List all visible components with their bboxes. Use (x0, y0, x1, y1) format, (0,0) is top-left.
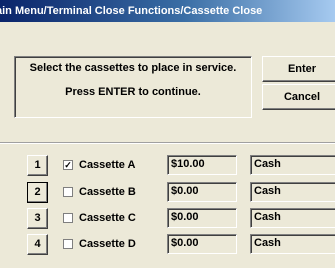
cassette-d-amount-field[interactable]: $0.00 (167, 234, 237, 254)
instruction-box: Select the cassettes to place in service… (14, 56, 252, 118)
cassette-a-amount-field[interactable]: $10.00 (167, 155, 237, 175)
cassette-c-number-button[interactable]: 3 (27, 208, 48, 229)
cassette-c-checkbox[interactable] (63, 213, 73, 223)
title-bar: ain Menu/Terminal Close Functions/Casset… (0, 0, 335, 22)
cassette-d-type-field[interactable]: Cash (250, 234, 335, 254)
cassette-b-label[interactable]: Cassette B (79, 186, 136, 198)
instruction-line-1: Select the cassettes to place in service… (29, 62, 237, 74)
cassette-a-checkbox[interactable]: ✓ (63, 160, 73, 170)
cassette-c-type-field[interactable]: Cash (250, 208, 335, 228)
cassette-row-b: 2 Cassette B $0.00 Cash (0, 182, 335, 204)
cassette-d-label[interactable]: Cassette D (79, 238, 136, 250)
cassette-b-amount-field[interactable]: $0.00 (167, 182, 237, 202)
cassette-a-label[interactable]: Cassette A (79, 159, 135, 171)
cassette-b-number-button[interactable]: 2 (27, 182, 48, 203)
cassette-row-d: 4 Cassette D $0.00 Cash (0, 234, 335, 256)
enter-button[interactable]: Enter (262, 56, 335, 82)
cassette-b-type-field[interactable]: Cash (250, 182, 335, 202)
cassette-d-number-button[interactable]: 4 (27, 234, 48, 255)
cassette-b-checkbox[interactable] (63, 187, 73, 197)
cassette-a-number-button[interactable]: 1 (27, 155, 48, 176)
separator (0, 142, 335, 144)
cassette-c-label[interactable]: Cassette C (79, 212, 136, 224)
cassette-close-window: Select the cassettes to place in service… (0, 22, 335, 268)
cassette-c-amount-field[interactable]: $0.00 (167, 208, 237, 228)
instruction-line-2: Press ENTER to continue. (65, 86, 201, 98)
cancel-button[interactable]: Cancel (262, 84, 335, 110)
cassette-row-a: 1 ✓ Cassette A $10.00 Cash (0, 155, 335, 177)
cassette-a-type-field[interactable]: Cash (250, 155, 335, 175)
cassette-d-checkbox[interactable] (63, 239, 73, 249)
window-title: ain Menu/Terminal Close Functions/Casset… (0, 5, 263, 17)
cassette-row-c: 3 Cassette C $0.00 Cash (0, 208, 335, 230)
